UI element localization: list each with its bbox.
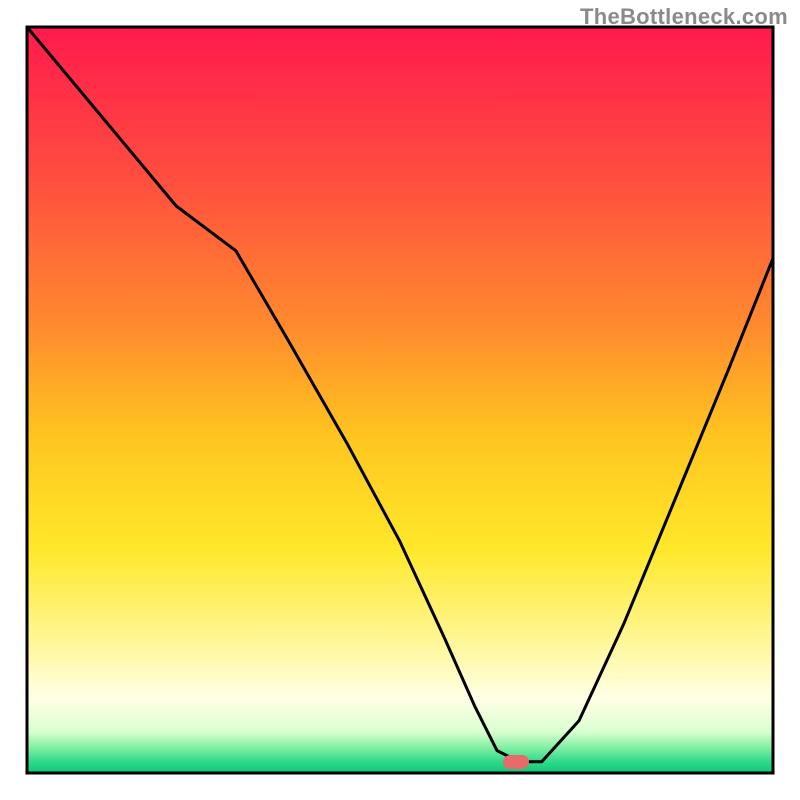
bottleneck-plot <box>0 0 800 800</box>
watermark-label: TheBottleneck.com <box>580 4 788 30</box>
chart-container: TheBottleneck.com <box>0 0 800 800</box>
gradient-background <box>27 27 773 773</box>
optimal-marker <box>503 755 529 769</box>
